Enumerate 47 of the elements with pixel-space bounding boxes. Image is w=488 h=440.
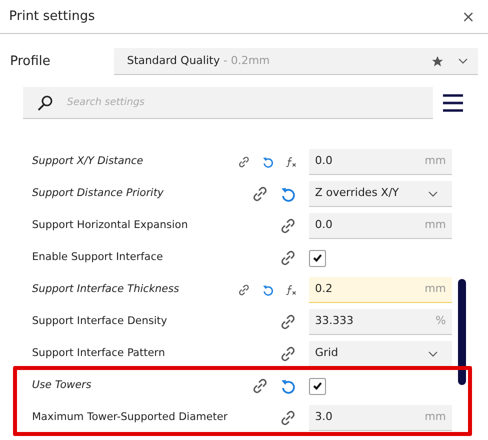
function-icon[interactable]: [286, 154, 296, 170]
close-button[interactable]: ×: [458, 8, 479, 24]
link-icon[interactable]: [280, 410, 296, 426]
check-icon: [313, 382, 322, 390]
setting-label: Use Towers: [32, 378, 92, 394]
chevron-down-icon: [428, 350, 438, 356]
setting-label: Support Interface Pattern: [32, 346, 166, 362]
number-field[interactable]: 0.0 mm: [309, 149, 452, 175]
window-title: Print settings: [9, 8, 95, 26]
menu-icon[interactable]: [443, 94, 463, 112]
setting-label: Support Interface Thickness: [32, 282, 180, 298]
dropdown[interactable]: Z overrides X/Y: [309, 181, 452, 207]
profile-label: Profile: [10, 52, 52, 71]
number-field[interactable]: 33.333 %: [309, 309, 452, 335]
link-icon[interactable]: [238, 154, 250, 170]
link-icon[interactable]: [280, 346, 296, 362]
profile-name: Standard Quality: [127, 54, 220, 67]
link-icon[interactable]: [280, 250, 296, 266]
check-icon: [313, 254, 322, 262]
setting-label: Support Horizontal Expansion: [32, 218, 189, 234]
link-icon[interactable]: [238, 282, 250, 298]
setting-label: Support X/Y Distance: [32, 154, 144, 170]
link-icon[interactable]: [252, 186, 268, 202]
function-icon[interactable]: [286, 282, 296, 298]
profile-detail: - 0.2mm: [222, 54, 270, 67]
number-field[interactable]: 0.2 mm: [309, 277, 452, 303]
reset-icon[interactable]: [280, 378, 296, 394]
setting-label: Support Distance Priority: [32, 186, 165, 202]
search-icon: [37, 95, 53, 111]
number-field[interactable]: 0.0 mm: [309, 213, 452, 239]
link-icon[interactable]: [252, 378, 268, 394]
link-icon[interactable]: [280, 218, 296, 234]
search-field[interactable]: Search settings: [23, 87, 433, 119]
checkbox[interactable]: [309, 250, 326, 266]
link-icon[interactable]: [280, 314, 296, 330]
dropdown[interactable]: Grid: [309, 341, 452, 367]
chevron-down-icon: [458, 58, 468, 64]
checkbox[interactable]: [309, 378, 326, 394]
setting-label: Maximum Tower-Supported Diameter: [32, 410, 229, 426]
profile-dropdown[interactable]: Standard Quality - 0.2mm: [114, 48, 478, 75]
scrollbar[interactable]: [458, 279, 466, 385]
setting-label: Support Interface Density: [32, 314, 168, 330]
setting-label: Enable Support Interface: [32, 250, 164, 266]
star-icon[interactable]: [431, 54, 444, 68]
reset-icon[interactable]: [280, 186, 296, 202]
number-field[interactable]: 3.0 mm: [309, 405, 452, 431]
chevron-down-icon: [428, 190, 438, 196]
